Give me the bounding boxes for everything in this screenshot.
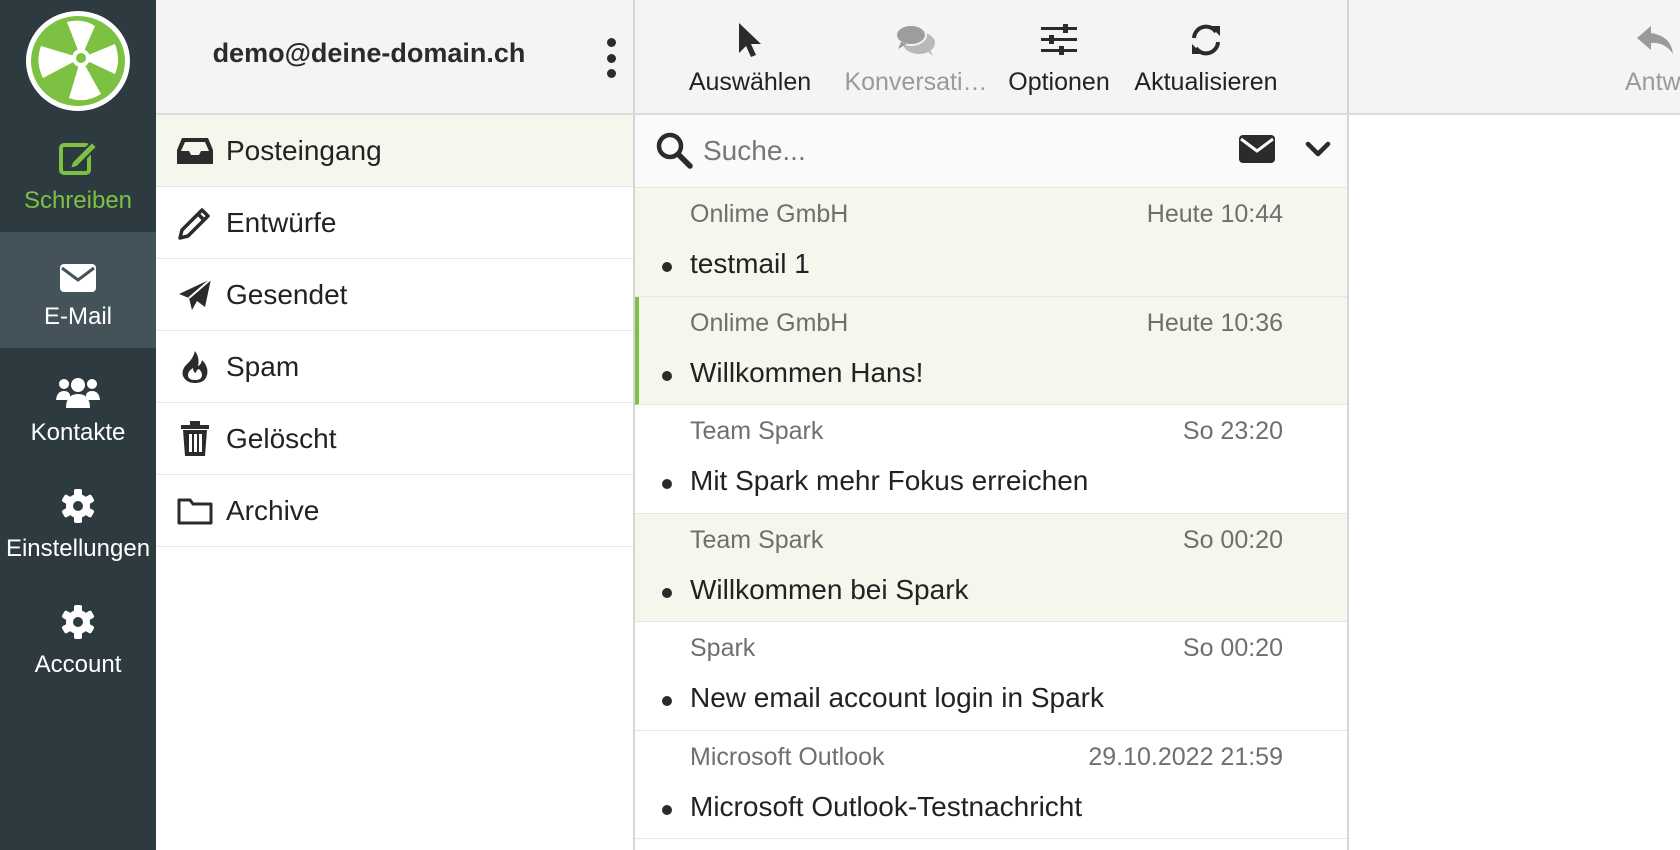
main-nav-rail: Schreiben E-Mail Kontakte Einstellungen … xyxy=(0,0,156,850)
account-header: demo@deine-domain.ch xyxy=(156,0,634,115)
rail-compose-label: Schreiben xyxy=(23,187,133,214)
pencil-icon xyxy=(176,204,214,242)
message-date: So 23:20 xyxy=(1182,417,1283,445)
sliders-icon xyxy=(1005,18,1113,62)
folder-icon xyxy=(176,492,214,530)
gear-icon xyxy=(0,464,156,524)
folder-label: Archive xyxy=(226,494,320,526)
rail-email[interactable]: E-Mail xyxy=(0,232,156,348)
unread-dot-icon xyxy=(662,479,672,489)
fire-icon xyxy=(176,348,214,386)
message-row[interactable]: Team Spark So 00:20 Willkommen bei Spark xyxy=(635,513,1347,622)
rail-settings[interactable]: Einstellungen xyxy=(0,464,156,580)
search-bar xyxy=(635,115,1347,188)
chevron-down-icon xyxy=(1305,141,1331,157)
folder-label: Gesendet xyxy=(226,278,348,310)
refresh-button[interactable]: Aktualisieren xyxy=(1131,0,1281,113)
refresh-label: Aktualisieren xyxy=(1134,68,1278,96)
message-sender: Microsoft Outlook xyxy=(690,742,885,771)
folder-sent[interactable]: Gesendet xyxy=(156,259,634,331)
folder-archive[interactable]: Archive xyxy=(156,475,634,547)
app-logo[interactable] xyxy=(23,8,133,114)
folder-label: Posteingang xyxy=(226,134,382,166)
trash-icon xyxy=(176,420,214,458)
account-email: demo@deine-domain.ch xyxy=(212,38,526,68)
envelope-icon xyxy=(1239,135,1275,163)
rail-account-label: Account xyxy=(34,651,122,678)
folder-label: Spam xyxy=(226,350,300,382)
compose-icon xyxy=(0,116,156,176)
message-sender: Team Spark xyxy=(690,525,824,554)
message-date: Heute 10:44 xyxy=(1146,200,1283,228)
message-toolbar: Auswählen Konversati… Optionen Aktualisi… xyxy=(635,0,1347,115)
message-row[interactable]: Team Spark So 23:20 Mit Spark mehr Fokus… xyxy=(635,405,1347,514)
gear-icon xyxy=(0,580,156,640)
paper-plane-icon xyxy=(176,276,214,314)
rail-compose[interactable]: Schreiben xyxy=(0,116,156,232)
rail-contacts[interactable]: Kontakte xyxy=(0,348,156,464)
search-input[interactable] xyxy=(703,125,1203,177)
message-row[interactable]: Onlime GmbH Heute 10:36 Willkommen Hans! xyxy=(635,296,1347,405)
unread-dot-icon xyxy=(662,696,672,706)
search-scope-button[interactable] xyxy=(1239,135,1279,167)
conversation-icon xyxy=(843,18,989,62)
reply-icon xyxy=(1625,18,1680,62)
message-row[interactable]: Spark So 00:20 New email account login i… xyxy=(635,622,1347,731)
message-subject: Microsoft Outlook-Testnachricht xyxy=(690,790,1083,822)
folder-label: Entwürfe xyxy=(226,206,337,238)
conversation-label: Konversati… xyxy=(844,68,988,96)
select-button[interactable]: Auswählen xyxy=(685,0,815,113)
message-sender: Team Spark xyxy=(690,417,824,445)
unread-dot-icon xyxy=(662,587,672,598)
folder-spam[interactable]: Spam xyxy=(156,331,634,403)
options-button[interactable]: Optionen xyxy=(1005,0,1113,113)
envelope-icon xyxy=(0,232,156,292)
message-date: Heute 10:36 xyxy=(1146,308,1283,337)
reply-label: Antw xyxy=(1625,68,1680,96)
message-subject: Willkommen bei Spark xyxy=(690,573,969,605)
cursor-icon xyxy=(685,18,815,62)
message-row[interactable]: Onlime GmbH Heute 10:44 testmail 1 xyxy=(635,188,1347,297)
account-menu-button[interactable] xyxy=(596,38,626,78)
rail-settings-label: Einstellungen xyxy=(5,535,151,562)
message-date: So 00:20 xyxy=(1182,525,1283,554)
reader-toolbar: Antw xyxy=(1349,0,1680,115)
message-sender: Spark xyxy=(690,634,756,662)
unread-dot-icon xyxy=(662,262,672,272)
search-options-button[interactable] xyxy=(1305,139,1333,163)
message-sender: Onlime GmbH xyxy=(690,200,849,228)
message-subject: New email account login in Spark xyxy=(690,682,1104,713)
rail-account[interactable]: Account xyxy=(0,580,156,696)
message-row[interactable]: Microsoft Outlook 29.10.2022 21:59 Micro… xyxy=(635,730,1347,839)
conversation-button[interactable]: Konversati… xyxy=(843,0,989,113)
kebab-dot-icon xyxy=(606,69,616,78)
message-subject: Mit Spark mehr Fokus erreichen xyxy=(690,465,1089,496)
folder-trash[interactable]: Gelöscht xyxy=(156,403,634,475)
refresh-icon xyxy=(1131,18,1281,62)
rail-contacts-label: Kontakte xyxy=(30,419,126,446)
options-label: Optionen xyxy=(1008,68,1110,96)
kebab-dot-icon xyxy=(606,38,616,47)
kebab-dot-icon xyxy=(606,53,616,63)
message-date: 29.10.2022 21:59 xyxy=(1088,742,1283,771)
folder-label: Gelöscht xyxy=(226,422,337,454)
search-icon xyxy=(655,131,695,171)
rail-email-label: E-Mail xyxy=(43,303,112,330)
unread-dot-icon xyxy=(662,804,672,815)
users-icon xyxy=(0,348,156,408)
message-sender: Onlime GmbH xyxy=(690,308,849,337)
folder-inbox[interactable]: Posteingang xyxy=(156,115,634,187)
reading-pane xyxy=(1349,115,1680,850)
message-date: So 00:20 xyxy=(1182,634,1283,662)
reply-button[interactable]: Antw xyxy=(1625,0,1680,113)
message-subject: testmail 1 xyxy=(690,248,810,279)
message-list: Onlime GmbH Heute 10:44 testmail 1 Onlim… xyxy=(635,188,1347,839)
inbox-icon xyxy=(176,132,214,170)
folder-list: Posteingang Entwürfe Gesendet Spam Gelös… xyxy=(156,115,634,547)
unread-dot-icon xyxy=(662,370,672,381)
folder-drafts[interactable]: Entwürfe xyxy=(156,187,634,259)
select-label: Auswählen xyxy=(688,68,812,96)
message-subject: Willkommen Hans! xyxy=(690,356,924,388)
